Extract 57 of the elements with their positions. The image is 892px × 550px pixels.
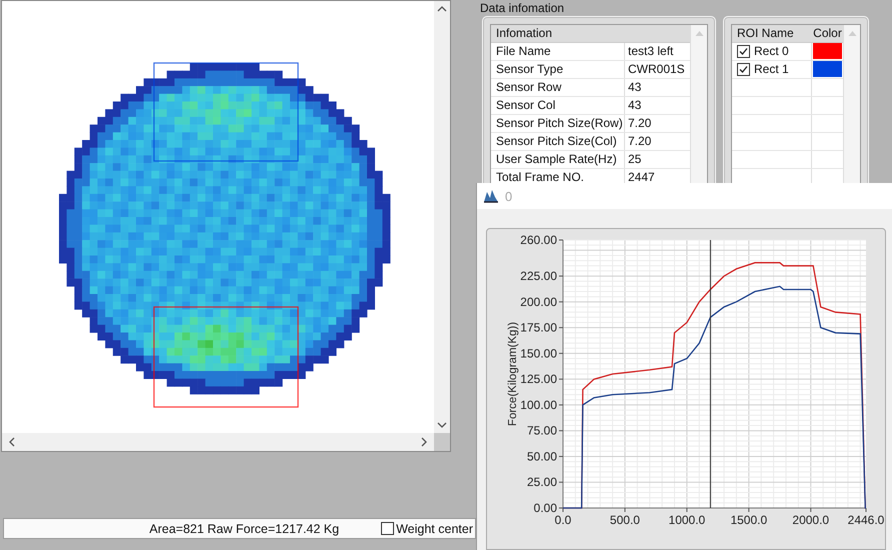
y-tick-label: 225.00 <box>520 269 557 284</box>
scroll-down-icon[interactable] <box>437 421 447 429</box>
table-cell-text: 43 <box>627 97 642 114</box>
y-tick-label: 150.00 <box>520 346 557 360</box>
y-tick-label: 25.00 <box>526 475 557 490</box>
x-tick-label: 2446.0 <box>848 513 884 527</box>
table-cell: Sensor Pitch Size(Col) <box>491 133 625 150</box>
column-header: ROI Name <box>732 25 812 42</box>
roi-row[interactable]: Rect 1 <box>732 61 812 78</box>
checkmark-icon <box>738 64 749 76</box>
app-icon <box>483 189 499 203</box>
scroll-up-icon[interactable] <box>437 5 447 13</box>
y-tick-label: 260.00 <box>520 233 557 247</box>
x-tick-label: 0.0 <box>554 513 572 527</box>
scroll-left-icon[interactable] <box>8 437 16 447</box>
table-cell-text: 2447 <box>627 169 655 183</box>
color-swatch[interactable] <box>813 43 842 60</box>
y-tick-label: 200.00 <box>520 294 557 309</box>
roi-rectangle[interactable] <box>153 306 299 408</box>
table-cell: User Sample Rate(Hz) <box>491 151 625 168</box>
scrollbar[interactable] <box>690 25 707 183</box>
x-tick-label: 1500.0 <box>730 513 768 527</box>
table-cell: Sensor Type <box>491 61 625 78</box>
scroll-right-icon[interactable] <box>420 437 428 447</box>
table-cell: Sensor Row <box>491 79 625 96</box>
y-tick-label: 50.00 <box>526 449 557 464</box>
table-cell-text: 43 <box>627 79 642 96</box>
y-tick-label: 100.00 <box>520 398 557 412</box>
table-cell: Sensor Pitch Size(Row) <box>491 115 625 132</box>
column-header: Color <box>812 25 843 42</box>
table-cell: Sensor Col <box>491 97 625 114</box>
y-tick-label: 0.00 <box>534 501 557 515</box>
x-tick-label: 500.0 <box>610 513 640 527</box>
status-text: Area=821 Raw Force=1217.42 Kg <box>149 522 340 536</box>
table-cell-text: CWR001S <box>627 61 685 78</box>
y-tick-label: 125.00 <box>520 372 557 386</box>
x-tick-label: 2000.0 <box>792 513 830 527</box>
table-cell-text: 25 <box>627 151 642 168</box>
roi-rectangle[interactable] <box>153 62 299 162</box>
table-cell-text: 7.20 <box>627 133 652 150</box>
scrollbar[interactable] <box>843 25 860 183</box>
window-title: 0 <box>505 188 512 204</box>
table-cell: File Name <box>491 43 625 60</box>
section-title: Data infomation <box>479 0 566 16</box>
color-swatch[interactable] <box>813 61 842 78</box>
y-axis-label: Force(Kilogram(Kg)) <box>507 322 519 426</box>
column-header: Infomation <box>491 25 690 44</box>
y-tick-label: 75.00 <box>526 424 557 438</box>
table-cell-text: test3 left <box>627 43 674 60</box>
roi-row[interactable]: Rect 0 <box>732 43 812 60</box>
table-cell-text: 7.20 <box>627 115 652 132</box>
y-tick-label: 175.00 <box>520 320 557 335</box>
checkmark-icon <box>738 46 749 58</box>
cursor-line[interactable] <box>710 240 711 508</box>
weight-center-checkbox[interactable]: Weight center <box>381 522 473 536</box>
x-tick-label: 1000.0 <box>668 513 706 527</box>
scrollbar-corner <box>434 433 450 451</box>
